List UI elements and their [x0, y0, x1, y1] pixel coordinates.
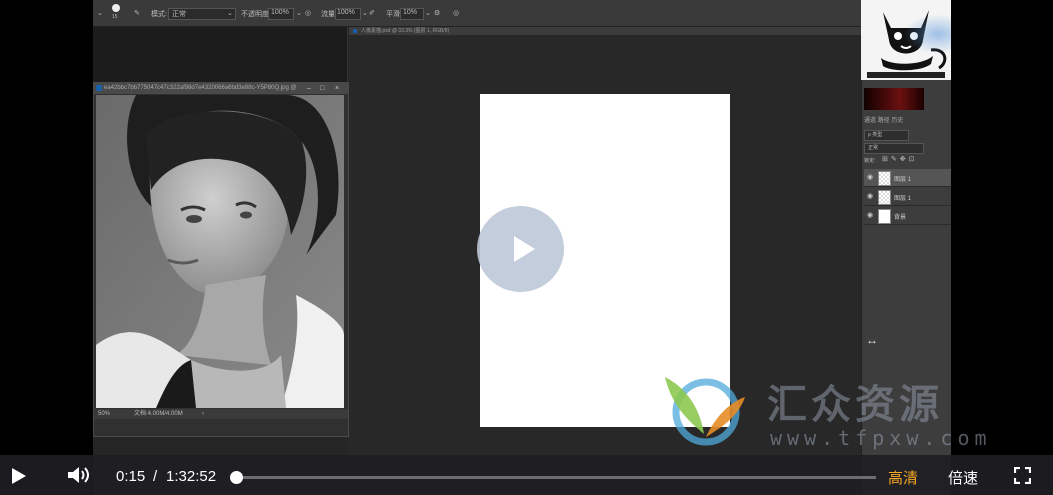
layer-thumbnail — [878, 209, 891, 224]
speed-button[interactable]: 倍速 — [948, 467, 978, 488]
chevron-down-icon[interactable]: ⌄ — [362, 9, 368, 17]
maximize-icon[interactable]: □ — [320, 83, 324, 94]
lock-icons[interactable]: ⊞✎✥⊡ — [882, 155, 917, 163]
watermark-url: www.tfpxw.com — [770, 426, 992, 450]
chevron-right-icon[interactable]: › — [202, 409, 204, 419]
layer-name: 图层 1 — [894, 196, 912, 202]
mode-value: 正常 — [172, 11, 186, 18]
gear-icon[interactable]: ⚙ — [434, 9, 440, 17]
canvas-tab-title: 人像素描.psd @ 33.3% (图层 1, RGB/8) — [361, 28, 450, 34]
eye-icon[interactable]: ◉ — [867, 192, 873, 200]
airbrush-icon[interactable]: ✐ — [369, 9, 375, 17]
quality-button[interactable]: 高清 — [888, 467, 918, 488]
duration: 1:32:52 — [166, 468, 217, 485]
layer-thumbnail — [878, 171, 891, 186]
fullscreen-icon[interactable] — [1014, 467, 1031, 484]
panel-tabs[interactable]: 通道 路径 历史 — [864, 115, 903, 124]
portrait-photo — [96, 95, 344, 408]
flow-value: 100% — [337, 9, 355, 16]
opacity-label: 不透明度: — [241, 11, 271, 18]
layer-thumbnail — [878, 190, 891, 205]
chevron-down-icon: ⌄ — [227, 10, 233, 17]
document-info: 文档:4.00M/4.00M — [134, 411, 183, 417]
watermark-logo — [665, 377, 745, 446]
color-gradient-swatch[interactable] — [864, 88, 924, 110]
pressure-size-icon[interactable]: ◎ — [453, 9, 459, 17]
watermark-text: 汇众资源 — [767, 382, 943, 428]
brush-settings-icon[interactable]: ✎ — [134, 9, 140, 17]
layer-kind-filter[interactable]: ρ 类型 — [864, 130, 909, 141]
ps-icon — [96, 85, 102, 91]
ps-icon — [353, 29, 357, 33]
lock-label: 锁定: — [864, 158, 876, 164]
play-icon[interactable] — [12, 468, 26, 484]
menu-chevron-icon[interactable]: ⌄ — [97, 9, 103, 17]
chevron-down-icon[interactable]: ⌄ — [425, 9, 431, 17]
layer-row[interactable]: ◉ 图层 1 — [864, 188, 951, 206]
progress-bar[interactable] — [236, 476, 876, 479]
time-separator: / — [153, 468, 158, 485]
layer-row[interactable]: ◉ 图层 1 — [864, 169, 951, 187]
reference-document-window[interactable]: ea42bbc7bb775047c47c322af98d7e4320066a6b… — [93, 82, 349, 437]
big-play-button[interactable] — [477, 206, 564, 292]
tool-options-bar: ⌄ 15 ✎ 模式: 正常 ⌄ 不透明度: 100% ⌄ ◎ 流量: 100% … — [93, 0, 951, 27]
document-status-bar: 50% 文档:4.00M/4.00M › — [94, 409, 348, 419]
video-controls-bar: 0:15 / 1:32:52 高清 倍速 — [0, 455, 1053, 495]
current-time: 0:15 — [116, 468, 146, 485]
zoom-level: 50% — [98, 411, 111, 417]
document-title-bar[interactable]: ea42bbc7bb775047c47c322af98d7e4320066a6b… — [94, 83, 348, 94]
pressure-opacity-icon[interactable]: ◎ — [305, 9, 311, 17]
smooth-value: 10% — [403, 9, 418, 16]
layer-name: 图层 1 — [894, 177, 912, 183]
volume-icon[interactable] — [67, 465, 91, 485]
canvas-tab[interactable]: 人像素描.psd @ 33.3% (图层 1, RGB/8) — [349, 27, 861, 35]
brush-preview-icon[interactable] — [112, 4, 120, 12]
progress-knob[interactable] — [230, 471, 243, 484]
blend-mode-select[interactable]: 正常 — [864, 143, 924, 154]
layer-row[interactable]: ◉ 背景 — [864, 207, 951, 225]
opacity-value: 100% — [271, 9, 289, 16]
eye-icon[interactable]: ◉ — [867, 211, 873, 219]
layer-name: 背景 — [894, 215, 907, 221]
panel-area — [93, 27, 348, 82]
minimize-icon[interactable]: – — [307, 83, 311, 94]
eye-icon[interactable]: ◉ — [867, 173, 873, 181]
close-icon[interactable]: × — [335, 83, 339, 94]
brush-size: 15 — [112, 14, 118, 20]
chevron-down-icon[interactable]: ⌄ — [296, 9, 302, 17]
document-title: ea42bbc7bb775047c47c322af98d7e4320066a6b… — [104, 85, 297, 91]
resize-cursor-icon: ↔ — [866, 333, 878, 347]
mode-label: 模式: — [151, 11, 167, 18]
